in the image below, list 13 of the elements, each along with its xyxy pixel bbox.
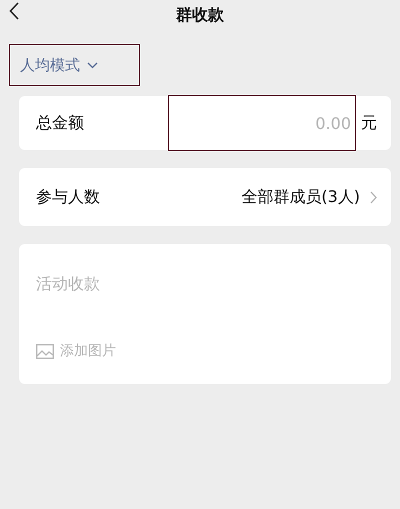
unit-label: 元: [361, 112, 377, 134]
participants-value[interactable]: 全部群成员(3人): [241, 186, 360, 208]
chevron-right-icon: [370, 190, 377, 204]
chevron-down-icon: [87, 62, 98, 68]
participants-label: 参与人数: [36, 186, 100, 208]
page-title: 群收款: [176, 4, 224, 26]
amount-field[interactable]: 0.00: [104, 112, 353, 134]
amount-card[interactable]: 总金额 0.00 元: [19, 96, 391, 150]
back-icon[interactable]: [9, 2, 19, 20]
mode-dropdown[interactable]: 人均模式: [20, 56, 98, 74]
note-field[interactable]: 活动收款: [36, 274, 374, 334]
image-icon: [36, 344, 54, 358]
amount-label: 总金额: [36, 112, 84, 134]
